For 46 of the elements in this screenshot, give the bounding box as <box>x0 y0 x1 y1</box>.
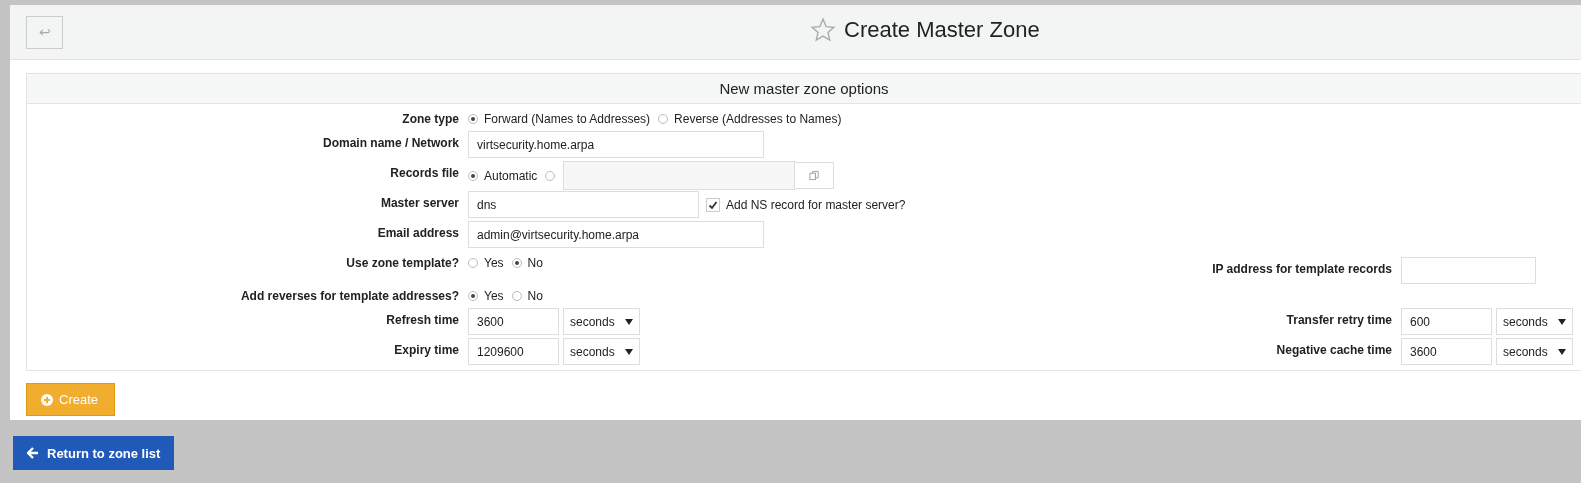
field-label: Master server <box>379 195 460 210</box>
radio-label[interactable]: No <box>527 289 543 303</box>
field-label: IP address for template records <box>1212 261 1393 278</box>
checkbox[interactable] <box>706 197 720 212</box>
text-field[interactable]: dns <box>468 191 699 218</box>
number-field[interactable]: 3600 <box>468 308 559 335</box>
radio-label[interactable]: Forward (Names to Addresses) <box>484 112 651 126</box>
text-field[interactable]: virtsecurity.home.arpa <box>468 131 764 158</box>
unit-dropdown[interactable]: seconds <box>563 338 640 365</box>
radio-label[interactable]: Yes <box>484 289 504 303</box>
field-label: Negative cache time <box>1276 342 1393 359</box>
unit-dropdown[interactable]: seconds <box>1496 338 1573 365</box>
field-label: Refresh time <box>385 312 460 327</box>
star-icon[interactable] <box>810 17 836 43</box>
unit-dropdown[interactable]: seconds <box>563 308 640 335</box>
arrow-left-icon <box>27 447 39 459</box>
page-title: Create Master Zone <box>844 17 1040 43</box>
radio-label[interactable]: Automatic <box>484 168 538 183</box>
number-field[interactable]: 3600 <box>1401 338 1492 365</box>
unit-dropdown[interactable]: seconds <box>1496 308 1573 335</box>
panel-title: New master zone options <box>27 74 1581 104</box>
plus-circle-icon <box>41 393 53 406</box>
field-label: Domain name / Network <box>321 135 460 150</box>
field-label: Use zone template? <box>345 255 460 270</box>
caret-icon <box>1558 318 1566 325</box>
text-field[interactable] <box>1401 257 1536 284</box>
number-field[interactable]: 1209600 <box>468 338 559 365</box>
caret-icon <box>625 348 633 355</box>
file-chooser-button[interactable] <box>794 162 835 189</box>
caret-icon <box>1558 348 1566 355</box>
radio-label[interactable]: Reverse (Addresses to Names) <box>674 112 842 126</box>
file-path-field[interactable] <box>563 161 796 190</box>
radio-label[interactable]: No <box>527 256 543 270</box>
caret-icon <box>625 318 633 325</box>
text-field[interactable]: admin@virtsecurity.home.arpa <box>468 221 764 248</box>
field-label: Zone type <box>401 111 460 126</box>
field-label: Add reverses for template addresses? <box>239 288 460 303</box>
field-label: Expiry time <box>393 342 460 357</box>
copy-icon <box>808 170 820 181</box>
checkbox-label[interactable]: Add NS record for master server? <box>726 197 906 212</box>
field-label: Transfer retry time <box>1286 312 1393 329</box>
number-field[interactable]: 600 <box>1401 308 1492 335</box>
field-label: Email address <box>376 225 460 240</box>
return-button[interactable]: Return to zone list <box>13 436 175 470</box>
radio-label[interactable]: Yes <box>484 256 504 270</box>
field-label: Records file <box>389 165 460 180</box>
